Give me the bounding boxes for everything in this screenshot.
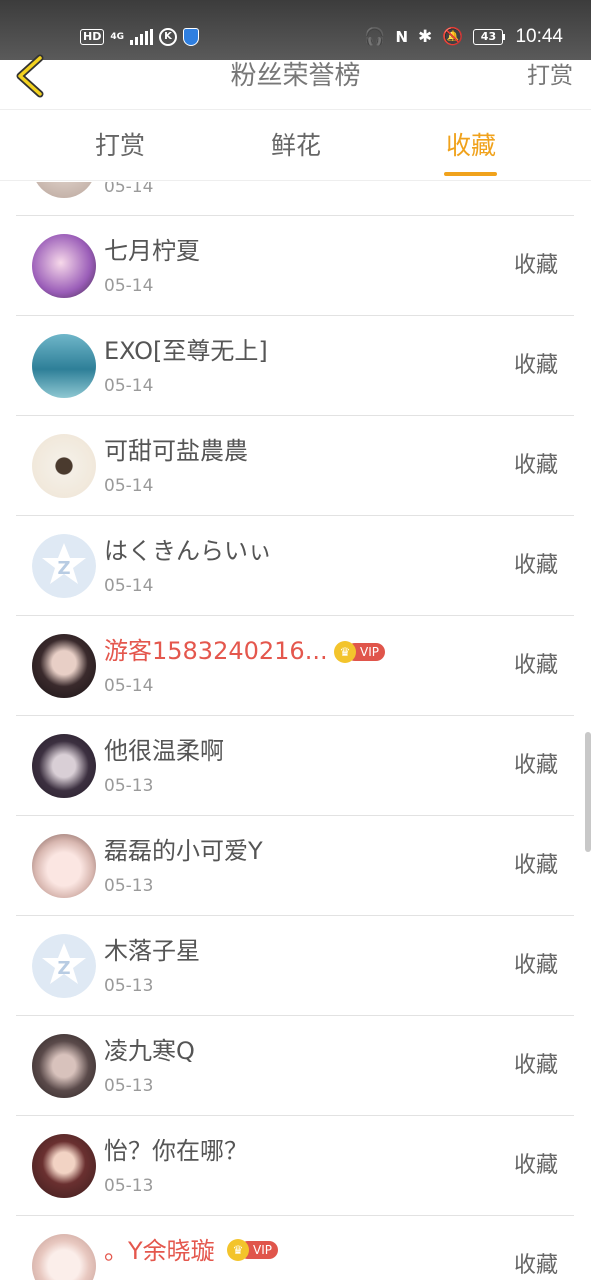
list-item[interactable]: 七月柠夏 05-14 收藏 <box>16 216 574 316</box>
signal-icon <box>130 29 153 45</box>
list-item-date: 05-14 <box>104 676 154 696</box>
shield-icon <box>183 28 199 46</box>
list-item[interactable]: Z 木落子星 05-13 收藏 <box>16 916 574 1016</box>
default-avatar-icon: Z <box>32 534 96 598</box>
list-item-date: 05-14 <box>104 376 154 396</box>
list-item-name: 游客1583240216... <box>104 637 328 665</box>
list-item-date: 05-13 <box>104 1176 154 1196</box>
page-title: 粉丝荣誉榜 <box>230 61 361 91</box>
list-item-date: 05-14 <box>104 182 154 197</box>
list-item[interactable]: Z はくきんらいぃ 05-14 收藏 <box>16 516 574 616</box>
status-bar: HD 4G K 🎧 N ✱ 🔕 43 10:44 <box>0 0 591 60</box>
list-item-date: 05-14 <box>104 276 154 296</box>
avatar-photo-icon <box>32 734 96 798</box>
status-left: HD 4G K <box>80 26 199 48</box>
vip-badge: ♛ VIP <box>227 1239 278 1261</box>
list-item-name: 七月柠夏 <box>104 237 200 265</box>
nfc-icon: N <box>395 28 409 46</box>
list-item-name: 凌九寒Q <box>104 1037 195 1065</box>
avatar-photo-icon <box>32 834 96 898</box>
list-item[interactable]: 05-14 <box>16 182 574 216</box>
tab-collect[interactable]: 收藏 <box>411 129 531 163</box>
tab-bar: 打赏 鲜花 收藏 <box>0 111 591 181</box>
list-item-action: 收藏 <box>513 453 558 478</box>
list-item-name: はくきんらいぃ <box>104 537 272 565</box>
avatar-photo-icon <box>32 434 96 498</box>
list-item-action: 收藏 <box>513 353 558 378</box>
list-item[interactable]: 磊磊的小可爱Y 05-13 收藏 <box>16 816 574 916</box>
avatar-photo-icon <box>32 1234 96 1280</box>
headphones-icon: 🎧 <box>364 27 386 47</box>
list-item[interactable]: 凌九寒Q 05-13 收藏 <box>16 1016 574 1116</box>
list-item-name: 可甜可盐農農 <box>104 437 248 465</box>
list-item-date: 05-14 <box>104 576 154 596</box>
nav-bar: 粉丝荣誉榜 打赏 <box>0 54 591 110</box>
list-item-date: 05-13 <box>104 776 154 796</box>
list-item-date: 05-13 <box>104 976 154 996</box>
hd-indicator: HD <box>80 29 105 45</box>
list-item[interactable]: EXO[至尊无上] 05-14 收藏 <box>16 316 574 416</box>
list-item-action: 收藏 <box>513 753 558 778</box>
scrollbar[interactable] <box>585 732 591 852</box>
reward-button[interactable]: 打赏 <box>527 60 573 92</box>
list-item-date: 05-14 <box>104 476 154 496</box>
vip-badge: ♛ VIP <box>334 641 385 663</box>
avatar-photo-icon <box>32 1034 96 1098</box>
svg-text:Z: Z <box>57 558 70 579</box>
list-item[interactable]: 游客1583240216... ♛ VIP 05-14 收藏 <box>16 616 574 716</box>
list-item-action: 收藏 <box>513 653 558 678</box>
list-item[interactable]: 可甜可盐農農 05-14 收藏 <box>16 416 574 516</box>
tab-reward[interactable]: 打赏 <box>60 129 180 163</box>
avatar-photo-icon <box>32 182 96 198</box>
clock: 10:44 <box>515 26 563 47</box>
mute-bell-icon: 🔕 <box>442 27 464 47</box>
list-item[interactable]: 怡？你在哪？ 05-13 收藏 <box>16 1116 574 1216</box>
default-avatar-icon: Z <box>32 934 96 998</box>
crown-icon: ♛ <box>227 1239 249 1261</box>
list-item-action: 收藏 <box>513 253 558 278</box>
list-item-action: 收藏 <box>513 1053 558 1078</box>
avatar-photo-icon <box>32 334 96 398</box>
crown-icon: ♛ <box>334 641 356 663</box>
bluetooth-icon: ✱ <box>418 27 433 47</box>
list-item-name: 磊磊的小可爱Y <box>104 837 263 865</box>
list-item-name: 木落子星 <box>104 937 200 965</box>
list-item[interactable]: 。Y余晓璇 ♛ VIP 收藏 <box>16 1216 574 1280</box>
list-item-action: 收藏 <box>513 553 558 578</box>
tab-flowers[interactable]: 鲜花 <box>236 129 356 163</box>
avatar-photo-icon <box>32 1134 96 1198</box>
list-item-name: 怡？你在哪？ <box>104 1137 248 1165</box>
list-item-date: 05-13 <box>104 1076 154 1096</box>
list-item-name: 。Y余晓璇 <box>104 1237 215 1265</box>
status-right: 🎧 N ✱ 🔕 43 10:44 <box>364 24 563 50</box>
active-tab-indicator <box>444 172 497 176</box>
list-item-name: 他很温柔啊 <box>104 737 224 765</box>
list-item-name: EXO[至尊无上] <box>104 337 268 365</box>
avatar-photo-icon <box>32 234 96 298</box>
svg-text:Z: Z <box>57 958 70 979</box>
list-item[interactable]: 他很温柔啊 05-13 收藏 <box>16 716 574 816</box>
list-item-action: 收藏 <box>513 1153 558 1178</box>
battery-icon: 43 <box>473 29 506 45</box>
battery-level: 43 <box>473 29 504 45</box>
k-app-icon: K <box>159 28 177 46</box>
fan-list: 05-14 七月柠夏 05-14 收藏 EXO[至尊无上] 05-14 收藏 可… <box>16 182 574 1280</box>
list-item-action: 收藏 <box>513 1253 558 1278</box>
network-type: 4G <box>110 31 124 42</box>
list-item-date: 05-13 <box>104 876 154 896</box>
list-item-action: 收藏 <box>513 953 558 978</box>
avatar-photo-icon <box>32 634 96 698</box>
list-item-action: 收藏 <box>513 853 558 878</box>
